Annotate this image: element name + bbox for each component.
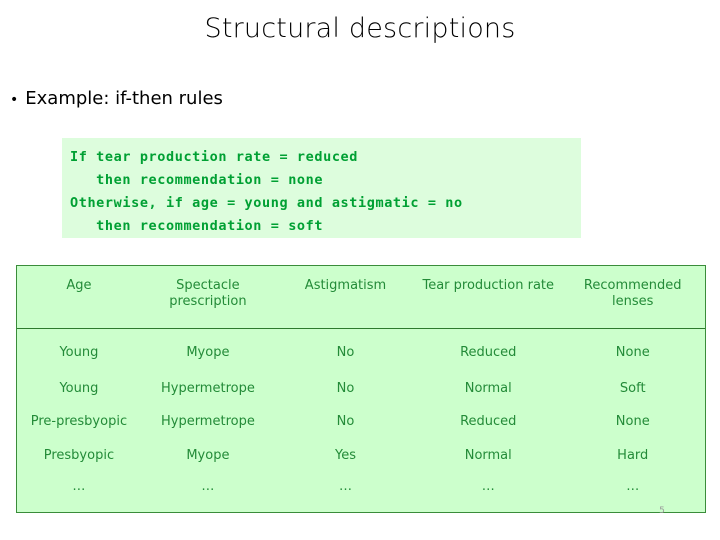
rules-code-block: If tear production rate = reduced then r… bbox=[62, 138, 581, 238]
table-row: Pre-presbyopic Hypermetrope No Reduced N… bbox=[17, 405, 705, 439]
table-cell: No bbox=[336, 414, 355, 429]
table-cell: Presbyopic bbox=[43, 447, 115, 463]
contact-lens-data-table: Age Spectacle prescription Astigmatism T… bbox=[16, 265, 706, 513]
code-line: then recommendation = none bbox=[70, 172, 324, 188]
column-header-age: Age bbox=[66, 278, 92, 293]
table-cell: Young bbox=[59, 345, 99, 361]
table-cell: No bbox=[336, 345, 355, 361]
bullet-point-icon: • bbox=[10, 92, 19, 108]
table-cell: Reduced bbox=[460, 345, 517, 361]
column-header-tear-production-rate: Tear production rate bbox=[422, 278, 555, 293]
table-cell: … bbox=[201, 479, 215, 494]
table-cell: None bbox=[615, 345, 650, 361]
table-cell: Hypermetrope bbox=[160, 414, 255, 429]
table-row: Presbyopic Myope Yes Normal Hard bbox=[17, 439, 705, 473]
code-line: Otherwise, if age = young and astigmatic… bbox=[70, 195, 463, 211]
table-cell: Hypermetrope bbox=[160, 380, 255, 396]
table-cell: … bbox=[626, 479, 640, 494]
table-cell: Myope bbox=[186, 345, 230, 361]
table-cell: Yes bbox=[335, 447, 356, 463]
table-cell: None bbox=[615, 414, 650, 429]
table-row: Young Hypermetrope No Normal Soft bbox=[17, 372, 705, 406]
table-cell: Normal bbox=[464, 447, 512, 463]
table-cell: Soft bbox=[619, 380, 646, 396]
table-row: Young Myope No Reduced None bbox=[17, 328, 705, 372]
table-row: … … … … … bbox=[17, 472, 705, 512]
table-cell: … bbox=[481, 479, 495, 494]
table-cell: No bbox=[336, 380, 355, 396]
bullet-item-label: Example: if-then rules bbox=[25, 88, 223, 109]
code-line: then recommendation = soft bbox=[70, 218, 324, 234]
page-number: 5 bbox=[659, 506, 665, 516]
column-header-spectacle-prescription: Spectacle prescription bbox=[169, 278, 247, 309]
bullet-item: • Example: if-then rules bbox=[10, 88, 223, 109]
table-cell: Hard bbox=[617, 447, 649, 463]
table-cell: … bbox=[72, 479, 86, 494]
slide-canvas: Structural descriptions • Example: if-th… bbox=[0, 0, 720, 540]
table-cell: Young bbox=[59, 380, 99, 396]
column-header-recommended-lenses: Recommended lenses bbox=[583, 278, 682, 309]
table-cell: Normal bbox=[464, 380, 512, 396]
code-line: If tear production rate = reduced bbox=[70, 149, 359, 165]
table-header-row: Age Spectacle prescription Astigmatism T… bbox=[17, 266, 705, 328]
table-cell: Reduced bbox=[460, 414, 517, 429]
table-cell: Pre-presbyopic bbox=[30, 414, 128, 429]
page-title: Structural descriptions bbox=[204, 13, 516, 44]
table-cell: Myope bbox=[186, 447, 230, 463]
table-cell: … bbox=[339, 479, 352, 494]
column-header-astigmatism: Astigmatism bbox=[304, 278, 387, 293]
